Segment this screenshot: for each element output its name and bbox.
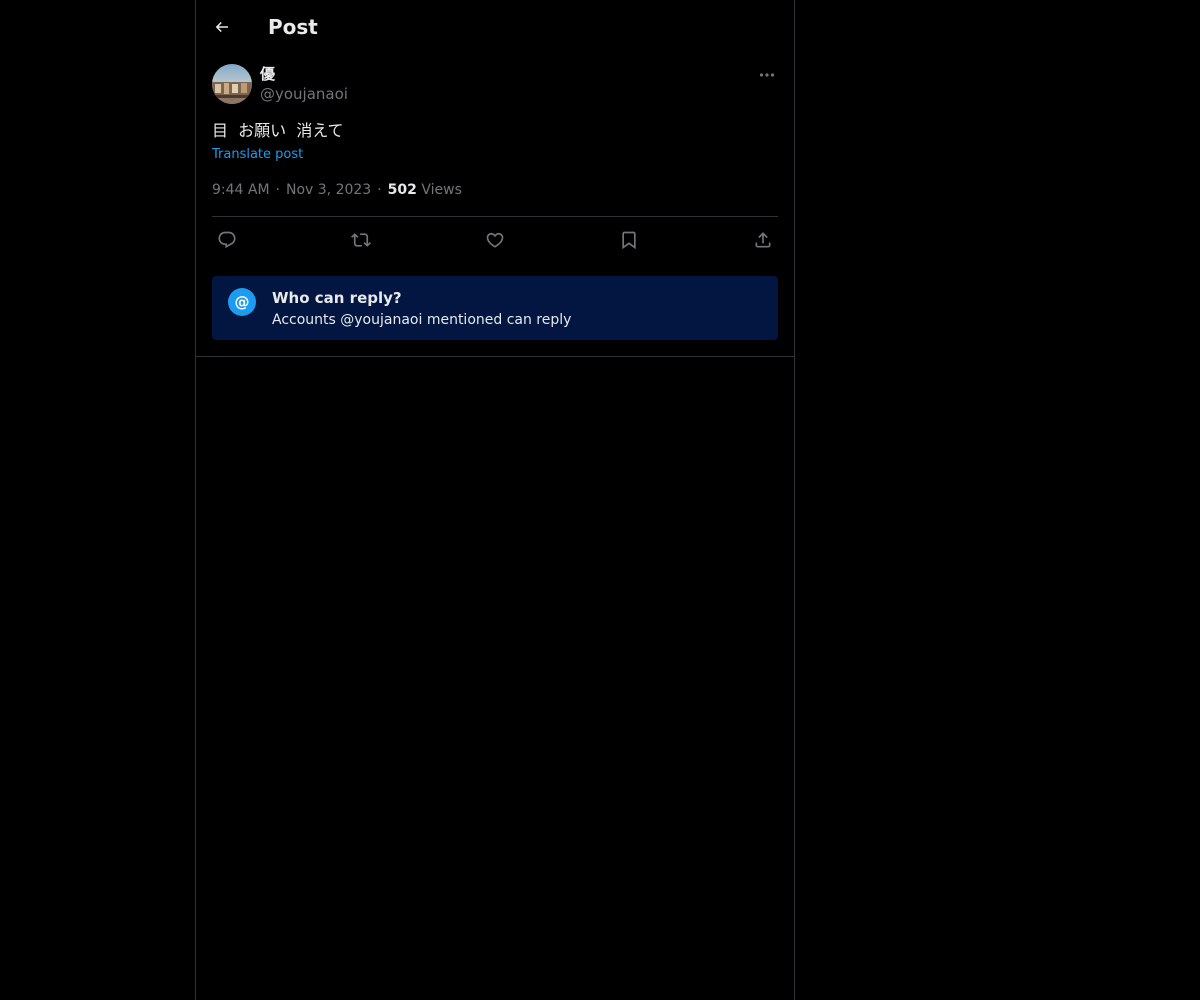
who-can-reply-banner: @ Who can reply? Accounts @youjanaoi men… [212, 276, 778, 340]
share-icon [755, 232, 771, 248]
more-horizontal-icon [759, 73, 775, 77]
meta-separator: · [377, 182, 382, 198]
post-date[interactable]: Nov 3, 2023 [286, 182, 371, 198]
at-mention-icon: @ [228, 288, 256, 316]
page-title: Post [268, 15, 318, 39]
reply-icon [218, 231, 236, 249]
more-options-button[interactable] [756, 64, 778, 86]
author-display-name[interactable]: 優 [260, 64, 348, 84]
post-text: 目 お願い 消えて [212, 121, 344, 140]
avatar-photo [212, 64, 252, 104]
repost-icon [351, 233, 371, 247]
who-can-reply-title: Who can reply? [272, 289, 402, 307]
share-button[interactable] [751, 228, 775, 252]
post-time[interactable]: 9:44 AM [212, 182, 270, 198]
heart-icon [486, 232, 504, 248]
back-button[interactable] [208, 13, 236, 41]
like-button[interactable] [483, 228, 507, 252]
repost-button[interactable] [349, 228, 373, 252]
avatar[interactable] [212, 64, 252, 104]
page-header: Post [196, 0, 794, 54]
who-can-reply-subtitle: Accounts @youjanaoi mentioned can reply [272, 312, 572, 328]
arrow-left-icon [215, 21, 228, 33]
bookmark-button[interactable] [617, 228, 641, 252]
author-block: 優 @youjanaoi [260, 64, 348, 104]
reply-button[interactable] [215, 228, 239, 252]
bookmark-icon [622, 231, 636, 250]
post-meta: 9:44 AM · Nov 3, 2023 · 502 Views [212, 180, 462, 200]
main-column: Post 優 @youjanaoi 目 お願い 消えて Translate po… [195, 0, 795, 1000]
author-handle[interactable]: @youjanaoi [260, 84, 348, 104]
action-bar [212, 228, 778, 252]
views-count: 502 [387, 182, 417, 198]
divider [212, 216, 778, 217]
meta-separator: · [275, 182, 280, 198]
translate-post-link[interactable]: Translate post [212, 146, 303, 164]
post-bottom-divider [196, 356, 794, 357]
views-label: Views [421, 182, 462, 198]
